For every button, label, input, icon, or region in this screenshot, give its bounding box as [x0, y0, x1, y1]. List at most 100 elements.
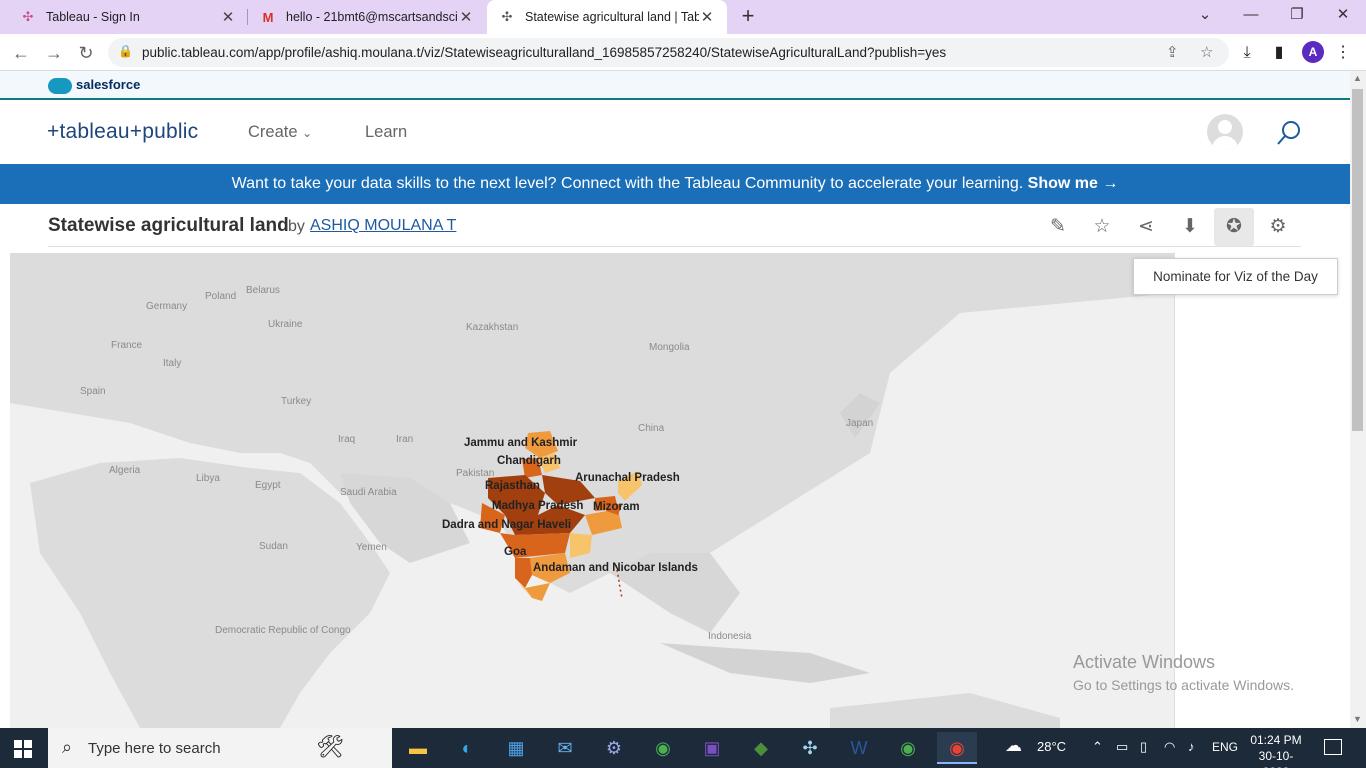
tab-title: Tableau - Sign In — [46, 10, 140, 24]
device-icon[interactable]: ▭ — [1116, 739, 1128, 755]
texmaker-icon[interactable]: ⚙ — [594, 732, 634, 764]
label-chandigarh: Chandigarh — [497, 455, 561, 467]
nav-create[interactable]: Create ⌄ — [248, 123, 312, 142]
tab-search-chevron-icon[interactable]: ⌄ — [1182, 0, 1228, 30]
share-page-icon[interactable]: ⇪ — [1166, 43, 1179, 61]
restore-button[interactable]: ❐ — [1274, 0, 1320, 30]
user-avatar[interactable] — [1207, 114, 1243, 150]
mail-icon[interactable]: ✉ — [545, 732, 585, 764]
chrome-active-icon[interactable]: ◉ — [937, 732, 977, 764]
address-bar[interactable]: 🔒 public.tableau.com/app/profile/ashiq.m… — [108, 38, 1229, 67]
reload-icon[interactable]: ↻ — [73, 40, 99, 66]
salesforce-cloud-icon — [48, 78, 72, 94]
show-me-link[interactable]: Show me → — [1028, 175, 1119, 192]
taskbar-search[interactable]: ⌕ Type here to search 🛠 — [48, 728, 392, 768]
map-svg: Belarus Germany Poland Ukraine France It… — [10, 253, 1174, 728]
scrollbar-thumb[interactable] — [1352, 89, 1363, 431]
close-tab-icon[interactable]: ✕ — [699, 8, 715, 26]
store-icon[interactable]: ▦ — [496, 732, 536, 764]
nav-create-label: Create — [248, 123, 298, 141]
label-madhya-pradesh: Madhya Pradesh — [492, 500, 583, 512]
close-window-button[interactable]: ✕ — [1320, 0, 1366, 30]
tableau-public-logo[interactable]: +tableau+public — [47, 120, 198, 144]
tableau-icon: ✣ — [22, 9, 34, 24]
share-icon[interactable]: ⋖ — [1126, 208, 1166, 246]
activate-windows-title: Activate Windows — [1073, 652, 1216, 672]
download-viz-icon[interactable]: ⬇ — [1170, 208, 1210, 246]
texstudio-icon[interactable]: ▣ — [692, 732, 732, 764]
file-explorer-icon[interactable]: ▬ — [398, 732, 438, 764]
tab-tableau-sign-in[interactable]: ✣ Tableau - Sign In ✕ — [8, 0, 248, 34]
site-header: +tableau+public Create ⌄ Learn — [0, 100, 1350, 164]
label-indonesia: Indonesia — [708, 631, 752, 642]
side-panel-icon[interactable]: ▮ — [1267, 41, 1291, 65]
salesforce-brand[interactable]: salesforce — [76, 77, 140, 92]
download-icon[interactable]: ⤓ — [1235, 41, 1259, 65]
battery-icon[interactable]: ▯ — [1140, 739, 1147, 755]
browser-profile-avatar[interactable]: A — [1302, 41, 1324, 63]
state-karnataka — [515, 558, 532, 588]
taskbar-clock[interactable]: 01:24 PM 30-10-2023 — [1246, 732, 1306, 768]
banner-text: Want to take your data skills to the nex… — [231, 175, 1024, 192]
new-tab-button[interactable]: + — [736, 5, 760, 29]
chrome-profile-icon[interactable]: ◉ — [888, 732, 928, 764]
viz-header: Statewise agricultural land by ASHIQ MOU… — [0, 204, 1350, 250]
nominate-tooltip: Nominate for Viz of the Day — [1133, 258, 1338, 295]
nominate-award-icon[interactable]: ✪ — [1214, 208, 1254, 246]
windows-start-icon[interactable] — [14, 740, 32, 758]
chevron-up-icon[interactable]: ⌃ — [1092, 739, 1103, 755]
viz-title: Statewise agricultural land — [48, 215, 289, 236]
tab-statewise-agricultural-land[interactable]: ✣ Statewise agricultural land | Tabl ✕ — [487, 0, 727, 34]
browser-tab-strip: ✣ Tableau - Sign In ✕ M hello - 21bmt6@m… — [0, 0, 1366, 34]
state-tamilnadu — [525, 583, 550, 601]
label-china: China — [638, 423, 665, 434]
label-rajasthan: Rajasthan — [485, 480, 540, 492]
page-scrollbar[interactable]: ▲ ▼ — [1350, 71, 1366, 728]
snipping-icon[interactable]: ✣ — [790, 732, 830, 764]
weather-cloud-icon[interactable]: ☁ — [1005, 736, 1022, 756]
close-tab-icon[interactable]: ✕ — [220, 8, 236, 26]
tab-title: hello - 21bmt6@mscartsandscie — [286, 10, 458, 24]
tab-gmail[interactable]: M hello - 21bmt6@mscartsandscie ✕ — [248, 0, 486, 34]
scroll-down-arrow-icon[interactable]: ▼ — [1353, 714, 1362, 724]
label-algeria: Algeria — [109, 465, 141, 476]
weather-temp[interactable]: 28°C — [1037, 739, 1066, 754]
lock-icon[interactable]: 🔒 — [118, 44, 133, 58]
label-pakistan: Pakistan — [456, 468, 494, 479]
nav-learn[interactable]: Learn — [365, 123, 407, 142]
label-italy: Italy — [163, 358, 181, 369]
scroll-up-arrow-icon[interactable]: ▲ — [1353, 73, 1362, 83]
settings-gear-icon[interactable]: ⚙ — [1258, 208, 1298, 246]
edge-icon[interactable]: ◐ — [447, 732, 487, 764]
map-viz[interactable]: Belarus Germany Poland Ukraine France It… — [10, 253, 1174, 728]
minimize-button[interactable]: — — [1228, 0, 1274, 30]
avatar-head — [1218, 120, 1232, 134]
volume-icon[interactable]: ♪ — [1188, 739, 1195, 754]
viz-author-link[interactable]: ASHIQ MOULANA T — [310, 217, 456, 235]
windows-taskbar: ⌕ Type here to search 🛠 ▬ ◐ ▦ ✉ ⚙ ◉ ▣ ◆ … — [0, 728, 1366, 768]
chrome-icon[interactable]: ◉ — [643, 732, 683, 764]
edit-viz-icon[interactable]: ✎ — [1038, 208, 1078, 246]
label-germany: Germany — [146, 301, 187, 312]
url-text[interactable]: public.tableau.com/app/profile/ashiq.mou… — [142, 45, 946, 60]
activate-windows-subtitle: Go to Settings to activate Windows. — [1073, 677, 1294, 693]
label-drc: Democratic Republic of Congo — [215, 625, 351, 636]
word-icon[interactable]: W — [839, 732, 879, 764]
miktex-icon[interactable]: ◆ — [741, 732, 781, 764]
language-indicator[interactable]: ENG — [1212, 740, 1238, 754]
notification-icon[interactable] — [1324, 739, 1342, 755]
bookmark-star-icon[interactable]: ☆ — [1200, 43, 1213, 61]
forward-arrow-icon[interactable]: → — [41, 40, 67, 66]
label-turkey: Turkey — [281, 396, 311, 407]
label-france: France — [111, 340, 143, 351]
africa-landmass — [30, 458, 390, 728]
back-arrow-icon[interactable]: ← — [8, 40, 34, 66]
clock-date: 30-10-2023 — [1258, 749, 1294, 768]
label-sudan: Sudan — [259, 541, 288, 552]
browser-menu-icon[interactable]: ⋮ — [1331, 41, 1355, 65]
viz-by-label: by — [288, 218, 305, 235]
close-tab-icon[interactable]: ✕ — [458, 8, 474, 26]
search-icon[interactable] — [1276, 120, 1302, 146]
favorite-star-icon[interactable]: ☆ — [1082, 208, 1122, 246]
wifi-icon[interactable]: ◠ — [1164, 739, 1175, 755]
